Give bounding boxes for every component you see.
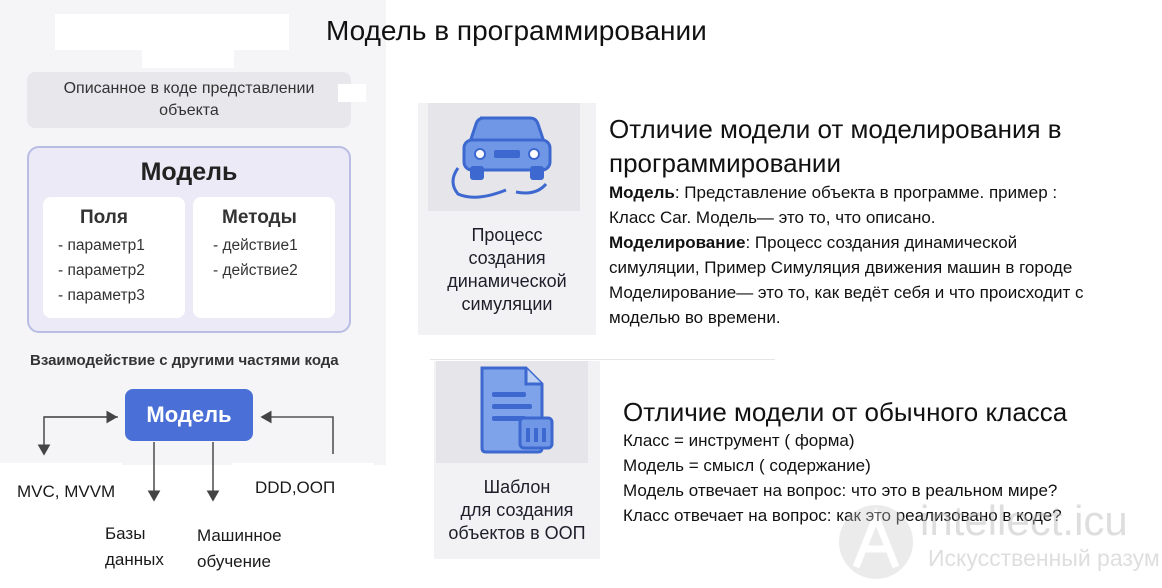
ml-label: обучение bbox=[197, 552, 271, 571]
modeling-term: Моделирование bbox=[609, 233, 746, 252]
modeling-definition: : Процесс создания динамической bbox=[745, 233, 1018, 252]
method-item: - действие1 bbox=[213, 237, 298, 254]
model-button: Модель bbox=[125, 389, 253, 441]
db-label: данных bbox=[105, 550, 164, 569]
description-line: Описанное в коде представлении bbox=[63, 80, 315, 97]
model-definition: : Представление объекта в программе. при… bbox=[674, 183, 1058, 202]
ml-label: Машинное bbox=[197, 526, 282, 545]
arrow-from-ddd bbox=[260, 410, 334, 454]
blank-area bbox=[142, 50, 234, 68]
blank-area bbox=[55, 14, 289, 50]
modeling-definition: симуляции, Пример Симуляция движения маш… bbox=[609, 258, 1073, 277]
modeling-definition: Моделирование— это то, как ведёт себя и … bbox=[609, 283, 1084, 302]
card-line: динамической bbox=[447, 271, 567, 291]
comparison-line: Класс = инструмент ( форма) bbox=[623, 431, 855, 450]
watermark-text: intellect.icu bbox=[920, 497, 1128, 544]
fields-title: Поля bbox=[80, 207, 128, 228]
section2-title: Отличие модели от обычного класса bbox=[623, 397, 1068, 427]
divider bbox=[430, 359, 775, 360]
section1-body: Модель: Представление объекта в программ… bbox=[609, 180, 1159, 330]
method-item: - действие2 bbox=[213, 262, 298, 279]
methods-title: Методы bbox=[222, 207, 297, 228]
card-line: Процесс bbox=[471, 225, 543, 245]
field-item: - параметр2 bbox=[58, 262, 145, 279]
card-line: объектов в ООП bbox=[448, 523, 586, 543]
watermark-logo bbox=[839, 505, 913, 579]
blank-area bbox=[338, 84, 366, 102]
section1-title-line: Отличие модели от моделирования в bbox=[609, 114, 1062, 144]
card-line: создания bbox=[468, 248, 546, 268]
model-card-title: Модель bbox=[140, 158, 238, 186]
card-line: Шаблон bbox=[483, 477, 551, 497]
model-definition: Класс Car. Модель— это то, что описано. bbox=[609, 208, 936, 227]
page-title: Модель в программировании bbox=[326, 15, 707, 46]
template-card-label: Шаблон для создания объектов в ООП bbox=[434, 476, 600, 545]
description-box: Описанное в коде представлении объекта bbox=[27, 72, 351, 128]
card-line: для создания bbox=[460, 500, 574, 520]
watermark-subtext: Искусственный разум bbox=[928, 545, 1160, 571]
simulation-card-label: Процесс создания динамической симуляции bbox=[418, 224, 596, 316]
mvc-label: MVC, MVVM bbox=[17, 482, 116, 501]
section1-title: Отличие модели от моделирования в програ… bbox=[609, 112, 1062, 180]
car-icon bbox=[451, 116, 552, 199]
interaction-label: Взаимодействие с другими частями кода bbox=[30, 352, 339, 369]
arrow-to-mvc bbox=[37, 416, 118, 456]
card-line: симуляции bbox=[461, 294, 553, 314]
modeling-definition: моделью во времени. bbox=[609, 308, 781, 327]
description-line: объекта bbox=[159, 102, 219, 119]
ddd-label: DDD,ООП bbox=[255, 478, 336, 497]
field-item: - параметр3 bbox=[58, 287, 145, 304]
model-term: Модель bbox=[609, 183, 675, 202]
field-item: - параметр1 bbox=[58, 237, 145, 254]
comparison-line: Модель = смысл ( содержание) bbox=[623, 456, 871, 475]
document-icon bbox=[480, 366, 554, 454]
section1-title-line: программировании bbox=[609, 148, 841, 178]
db-label: Базы bbox=[105, 524, 146, 543]
